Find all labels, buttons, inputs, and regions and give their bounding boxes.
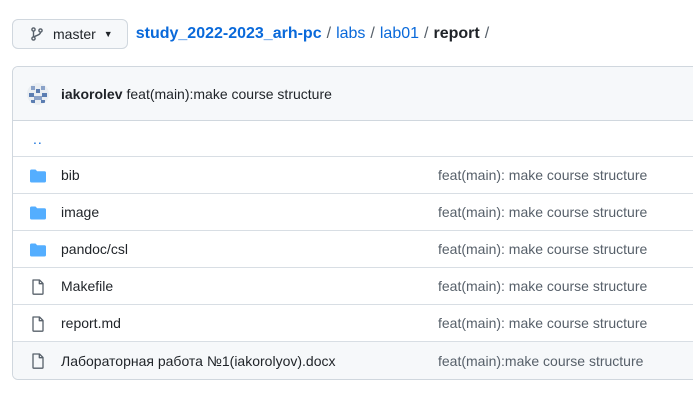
file-name-link[interactable]: bib — [61, 167, 80, 183]
breadcrumb-current: report — [433, 25, 480, 42]
commit-message-link[interactable]: feat(main): make course structure — [438, 315, 647, 331]
file-row[interactable]: Makefile feat(main): make course structur… — [13, 268, 693, 305]
breadcrumb-labs-link[interactable]: labs — [336, 25, 365, 43]
branch-select-button[interactable]: master ▼ — [12, 19, 128, 49]
file-browser: iakorolev feat(main):make course structu… — [12, 66, 693, 380]
folder-icon — [29, 168, 47, 184]
repo-navigation: master ▼ study_2022-2023_arh-pc / labs /… — [12, 18, 693, 50]
commit-message-link[interactable]: feat(main): make course structure — [438, 204, 647, 220]
git-branch-icon — [29, 26, 45, 42]
file-row[interactable]: Лабораторная работа №1(iakorolyov).docx f… — [13, 342, 693, 379]
file-name-link[interactable]: pandoc/csl — [61, 241, 128, 257]
file-row[interactable]: pandoc/csl feat(main): make course struct… — [13, 231, 693, 268]
commit-message-link[interactable]: feat(main): make course structure — [438, 241, 647, 257]
commit-message[interactable]: feat(main):make course structure — [126, 86, 331, 102]
file-row[interactable]: bib feat(main): make course structure — [13, 157, 693, 194]
commit-message-link[interactable]: feat(main): make course structure — [438, 278, 647, 294]
breadcrumb-separator: / — [424, 25, 429, 42]
folder-icon — [29, 205, 47, 221]
folder-icon — [29, 242, 47, 258]
commit-message-link[interactable]: feat(main):make course structure — [438, 353, 643, 369]
file-name-link[interactable]: Makefile — [61, 278, 113, 294]
file-row[interactable]: image feat(main): make course structure — [13, 194, 693, 231]
commit-author[interactable]: iakorolev — [61, 86, 122, 102]
file-row[interactable]: report.md feat(main): make course structu… — [13, 305, 693, 342]
breadcrumb-repo-link[interactable]: study_2022-2023_arh-pc — [136, 25, 322, 43]
file-icon — [29, 353, 47, 369]
commit-message-link[interactable]: feat(main): make course structure — [438, 167, 647, 183]
chevron-down-icon: ▼ — [103, 29, 113, 39]
file-icon — [29, 279, 47, 295]
breadcrumb-separator: / — [326, 25, 332, 42]
breadcrumb: study_2022-2023_arh-pc / labs / lab01 / … — [136, 25, 494, 43]
breadcrumb-lab01-link[interactable]: lab01 — [380, 25, 419, 43]
latest-commit-bar: iakorolev feat(main):make course structu… — [13, 67, 693, 121]
file-name-link[interactable]: Лабораторная работа №1(iakorolyov).docx — [61, 353, 335, 369]
parent-directory-link[interactable]: .. — [33, 131, 43, 147]
parent-directory-row[interactable]: .. — [13, 121, 693, 157]
file-name-link[interactable]: report.md — [61, 315, 121, 331]
avatar[interactable] — [27, 82, 49, 105]
file-name-link[interactable]: image — [61, 204, 99, 220]
breadcrumb-separator: / — [484, 25, 490, 42]
branch-name: master — [53, 26, 96, 42]
file-icon — [29, 316, 47, 332]
breadcrumb-separator: / — [370, 25, 375, 42]
